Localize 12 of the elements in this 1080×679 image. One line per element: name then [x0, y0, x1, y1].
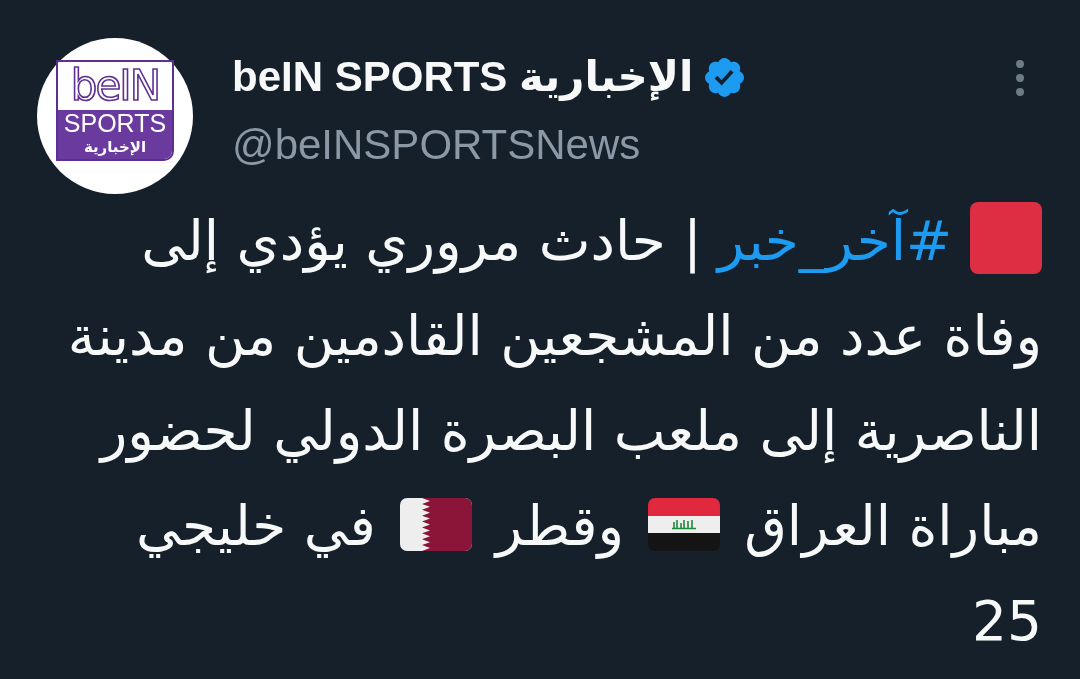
logo-text: الإخبارية	[83, 137, 147, 158]
square-emoji-icon	[970, 202, 1042, 274]
more-options-button[interactable]	[1016, 60, 1024, 96]
logo-wordmark: beIN	[69, 61, 161, 110]
qatar-flag-icon	[399, 498, 472, 551]
vertical-dots-icon	[1016, 60, 1024, 96]
hashtag-link[interactable]: #آخر_خبر	[717, 209, 952, 273]
account-name: beIN SPORTS الإخبارية	[232, 54, 694, 100]
iraq-flag-icon	[648, 498, 721, 551]
account-handle: @beINSPORTSNews	[232, 122, 641, 168]
tweet-text: #آخر_خبر | حادث مروري يؤدي إلى وفاة عدد من المشجعين القادمين من مدينة الناصرية إلى ملعب البصرة الدولي لحضور مباراة العراق وقطر في خليجي 25	[37, 194, 1042, 669]
logo-text: SPORTS	[63, 110, 167, 136]
